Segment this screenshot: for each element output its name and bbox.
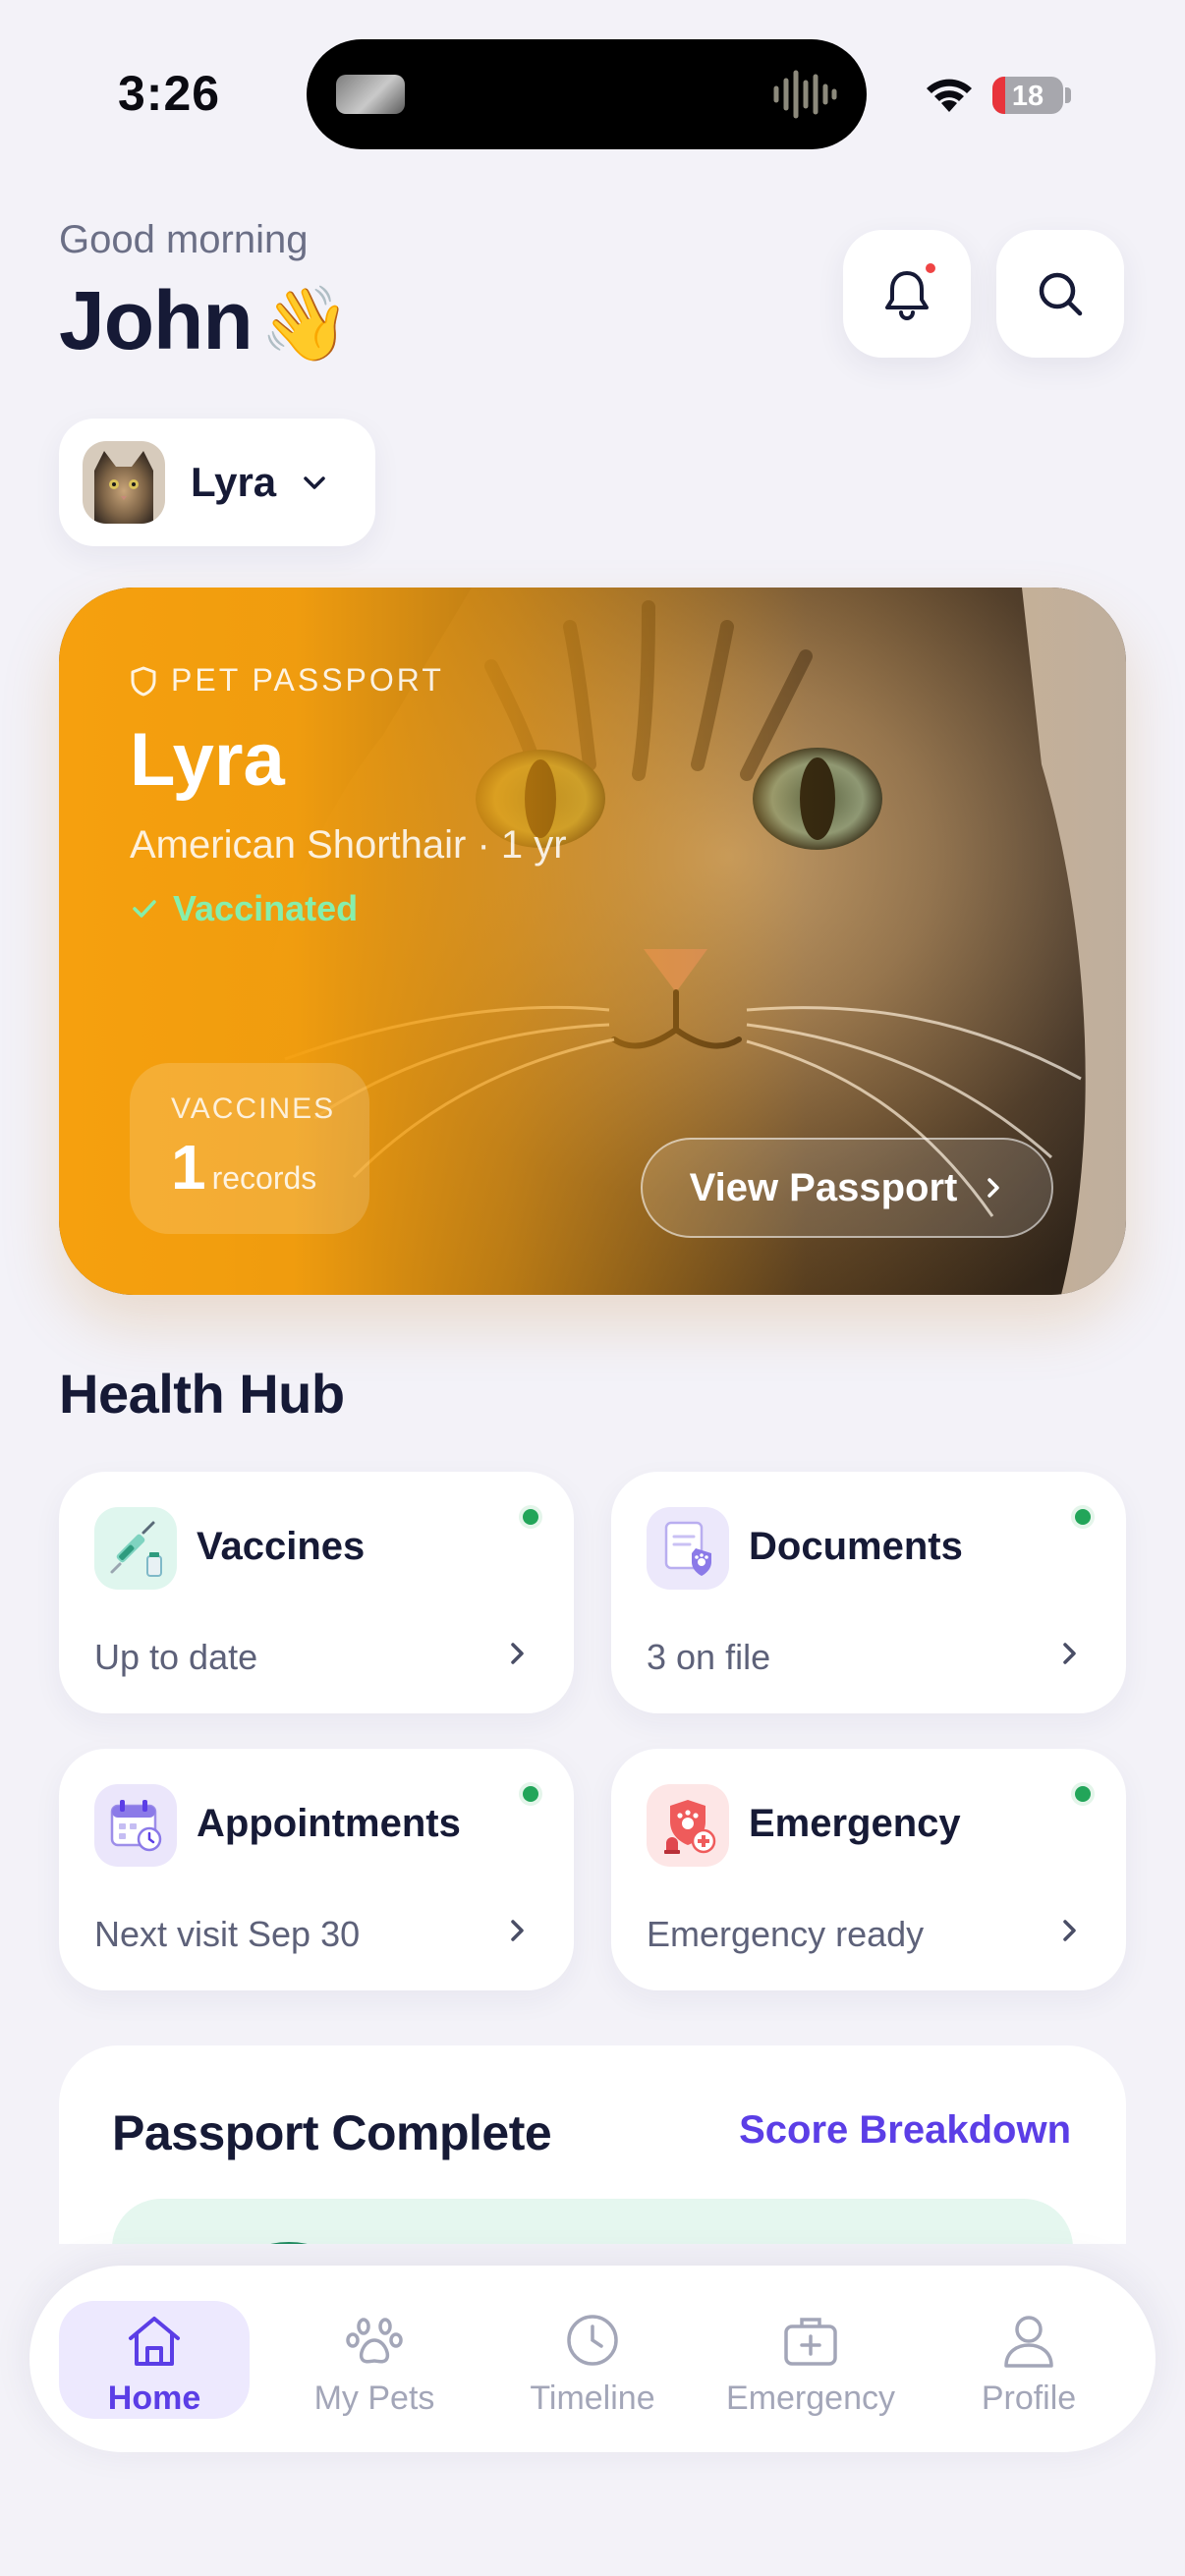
bottom-navigation: Home My Pets Timeline Emergency Profile (29, 2266, 1156, 2452)
passport-label-text: PET PASSPORT (171, 662, 444, 698)
vaccines-count-number: 1 (171, 1132, 206, 1203)
view-passport-label: View Passport (689, 1165, 958, 1209)
vaccinated-status: Vaccinated (130, 888, 358, 929)
vaccines-count-box: VACCINES 1 records (130, 1063, 369, 1234)
chevron-right-icon (511, 1643, 524, 1664)
pet-passport-card[interactable]: PET PASSPORT Lyra American Shorthair · 1… (59, 588, 1126, 1295)
battery-level: 18 (1011, 81, 1044, 112)
hub-card-appointments[interactable]: Appointments Next visit Sep 30 (59, 1749, 574, 1990)
wifi-icon (927, 79, 972, 112)
passport-complete-title: Passport Complete (112, 2105, 552, 2160)
hub-card-emergency[interactable]: Emergency Emergency ready (611, 1749, 1126, 1990)
nav-label-home: Home (107, 2380, 201, 2417)
greeting-text: Good morning (59, 218, 309, 261)
calendar-icon (94, 1784, 177, 1867)
nav-label-emergency: Emergency (726, 2380, 895, 2417)
health-hub-title: Health Hub (59, 1363, 345, 1425)
nav-profile[interactable]: Profile (933, 2301, 1124, 2419)
card-breed-age: American Shorthair · 1 yr (130, 823, 567, 867)
search-button[interactable] (996, 230, 1124, 358)
chevron-right-icon (1063, 1920, 1076, 1941)
nav-label-timeline: Timeline (530, 2380, 655, 2417)
bell-icon (885, 271, 929, 320)
hub-subtitle-emergency: Emergency ready (647, 1914, 925, 1954)
hub-card-documents[interactable]: Documents 3 on file (611, 1472, 1126, 1713)
nav-label-profile: Profile (981, 2380, 1077, 2417)
user-name: John (59, 274, 254, 366)
vaccinated-status-text: Vaccinated (173, 888, 359, 928)
wave-emoji: 👋 (259, 283, 351, 364)
battery-icon: 18 (992, 77, 1063, 114)
passport-label: PET PASSPORT (130, 662, 444, 699)
nav-timeline[interactable]: Timeline (497, 2301, 688, 2419)
emergency-shield-icon (647, 1784, 729, 1867)
status-dot (523, 1509, 538, 1525)
vaccines-count-unit: records (211, 1160, 317, 1196)
hub-subtitle-documents: 3 on file (647, 1637, 771, 1677)
user-name-heading: John 👋 (59, 273, 351, 368)
chevron-down-icon (304, 476, 325, 489)
document-paw-icon (647, 1507, 729, 1590)
status-dot (523, 1786, 538, 1802)
clock-icon (567, 2315, 618, 2366)
profile-icon (1004, 2316, 1053, 2368)
hub-title-vaccines: Vaccines (197, 1525, 366, 1568)
pet-selector-name: Lyra (191, 459, 277, 505)
pet-avatar (83, 441, 165, 524)
chevron-right-icon (1063, 1643, 1076, 1664)
island-thumbnail-icon (336, 75, 405, 114)
paw-icon (346, 2318, 403, 2364)
syringe-icon (94, 1507, 177, 1590)
hub-title-emergency: Emergency (749, 1802, 961, 1845)
hub-title-appointments: Appointments (197, 1802, 461, 1845)
battery-nub (1065, 87, 1071, 103)
vaccines-count-label: VACCINES (171, 1092, 336, 1125)
nav-emergency[interactable]: Emergency (715, 2301, 906, 2419)
status-dot (1075, 1786, 1091, 1802)
card-pet-name: Lyra (130, 718, 285, 802)
status-time: 3:26 (118, 66, 221, 121)
check-icon (133, 900, 156, 918)
audio-wave-icon (773, 70, 837, 119)
notification-dot (924, 261, 937, 275)
chevron-right-icon (511, 1920, 524, 1941)
hub-subtitle-appointments: Next visit Sep 30 (94, 1914, 361, 1954)
shield-icon (131, 666, 156, 696)
search-icon (1039, 272, 1083, 316)
nav-label-my-pets: My Pets (313, 2380, 435, 2417)
nav-my-pets[interactable]: My Pets (279, 2301, 470, 2419)
pet-selector-dropdown[interactable]: Lyra (59, 419, 375, 546)
hub-title-documents: Documents (749, 1525, 963, 1568)
status-dot (1075, 1509, 1091, 1525)
dynamic-island[interactable] (307, 39, 867, 149)
hub-card-vaccines[interactable]: Vaccines Up to date (59, 1472, 574, 1713)
home-icon (129, 2317, 180, 2366)
notifications-button[interactable] (843, 230, 971, 358)
view-passport-button[interactable]: View Passport (641, 1138, 1053, 1238)
vaccines-count-value: 1 records (171, 1136, 369, 1199)
score-breakdown-link[interactable]: Score Breakdown (739, 2108, 1071, 2153)
hub-subtitle-vaccines: Up to date (94, 1637, 258, 1677)
nav-home[interactable]: Home (59, 2301, 250, 2419)
medical-kit-icon (784, 2318, 837, 2366)
chevron-right-icon (988, 1178, 1000, 1198)
